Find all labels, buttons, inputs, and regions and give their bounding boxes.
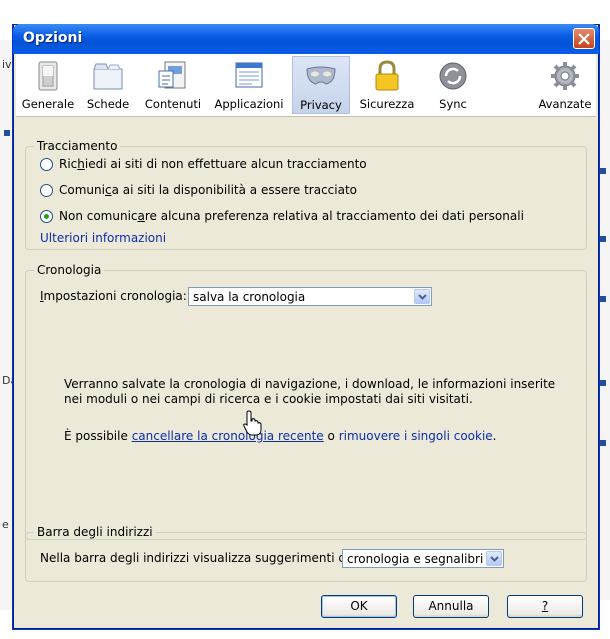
tab-label: Generale [21, 97, 75, 111]
tracking-option-allow-track[interactable]: Comunica ai siti la disponibilità a esse… [40, 183, 357, 197]
tab-schede[interactable]: Schede [80, 56, 136, 114]
background-marker [600, 440, 606, 446]
window-title: Opzioni [23, 30, 83, 46]
ok-button[interactable]: OK [321, 595, 397, 618]
switch-icon [38, 61, 58, 91]
chevron-down-icon [490, 556, 499, 562]
background-marker [600, 168, 606, 174]
tab-generale[interactable]: Generale [20, 56, 76, 114]
history-group-title: Cronologia [34, 263, 105, 277]
history-settings-label: Impostazioni cronologia: [40, 289, 187, 303]
option-label: Comuni [59, 183, 105, 197]
radio-button[interactable] [40, 184, 53, 197]
tab-label: Contenuti [144, 97, 202, 111]
access-key: c [104, 183, 112, 197]
select-value: salva la cronologia [193, 290, 306, 304]
text: o [323, 429, 339, 443]
option-label: Ric [59, 157, 78, 171]
text: È possibile [64, 429, 132, 443]
background-marker [600, 380, 606, 386]
option-label: a ai siti la disponibilità a essere trac… [111, 183, 358, 197]
option-label: re alcuna preferenza relativa al traccia… [144, 209, 524, 223]
dropdown-button[interactable] [486, 551, 502, 566]
history-actions-text: È possibile cancellare la cronologia rec… [64, 429, 497, 443]
history-group: Cronologia Impostazioni cronologia: salv… [25, 263, 587, 540]
history-settings-select[interactable]: salva la cronologia [188, 287, 432, 306]
tab-applicazioni[interactable]: Applicazioni [210, 56, 288, 114]
close-button[interactable] [573, 28, 595, 49]
tab-label: Sync [439, 97, 467, 111]
select-value: cronologia e segnalibri [347, 552, 484, 566]
chevron-down-icon [418, 294, 427, 300]
cancel-button[interactable]: Annulla [413, 595, 489, 618]
tab-sync[interactable]: Sync [426, 56, 480, 114]
address-bar-group: Barra degli indirizzi Nella barra degli … [25, 525, 587, 582]
access-key: a [137, 209, 145, 223]
lock-icon [375, 60, 399, 91]
tab-contenuti[interactable]: Contenuti [140, 56, 206, 114]
tracking-option-no-preference[interactable]: Non comunicare alcuna preferenza relativ… [40, 209, 524, 223]
gear-icon [551, 62, 579, 90]
applications-icon [235, 62, 263, 88]
mask-icon [306, 66, 336, 85]
title-bar[interactable]: Opzioni [13, 24, 599, 54]
help-button[interactable]: ? [507, 595, 583, 618]
background-text: iv [2, 58, 12, 71]
tab-privacy[interactable]: Privacy [292, 56, 350, 114]
tab-label: Applicazioni [214, 97, 284, 111]
remove-cookies-link[interactable]: rimuovere i singoli cookie [339, 429, 493, 443]
more-info-link-text[interactable]: Ulteriori informazioni [40, 231, 166, 245]
tab-label: Sicurezza [359, 97, 415, 111]
dropdown-button[interactable] [414, 289, 430, 304]
tab-avanzate[interactable]: Avanzate [534, 56, 596, 114]
tab-label: Avanzate [538, 97, 592, 111]
clear-history-link[interactable]: cancellare la cronologia recente [132, 429, 324, 443]
address-bar-group-title: Barra degli indirizzi [34, 525, 156, 539]
label-text: mpostazioni cronologia: [43, 289, 187, 303]
background-marker [4, 130, 10, 136]
background-text: e [2, 518, 9, 531]
text: . [492, 429, 497, 443]
radio-button[interactable] [40, 158, 53, 171]
radio-button-checked[interactable] [40, 210, 53, 223]
option-label: Non comunic [59, 209, 138, 223]
access-key: h [77, 157, 85, 171]
tracking-group-title: Tracciamento [34, 139, 121, 153]
tab-label: Privacy [300, 98, 342, 112]
content-icon [158, 61, 186, 89]
sync-icon [439, 62, 467, 90]
history-description: Verranno salvate la cronologia di naviga… [64, 377, 556, 406]
tab-label: Schede [86, 97, 130, 111]
option-label: iedi ai siti di non effettuare alcun tra… [84, 157, 367, 171]
tabs-icon [93, 63, 123, 90]
tracking-group: Tracciamento Richiedi ai siti di non eff… [25, 139, 587, 250]
tracking-option-do-not-track[interactable]: Richiedi ai siti di non effettuare alcun… [40, 157, 367, 171]
more-info-link[interactable]: Ulteriori informazioni [40, 231, 166, 245]
close-icon [578, 33, 590, 45]
background-marker [600, 296, 606, 302]
options-dialog: Opzioni Generale Schede Contenuti Applic… [12, 24, 600, 630]
background-marker [600, 236, 606, 242]
hand-cursor-icon [243, 410, 262, 436]
suggest-select[interactable]: cronologia e segnalibri [342, 549, 504, 568]
help-label: ? [541, 599, 549, 613]
category-toolbar: Generale Schede Contenuti Applicazioni P… [16, 54, 596, 117]
tab-sicurezza[interactable]: Sicurezza [354, 56, 420, 114]
suggest-label: Nella barra degli indirizzi visualizza s… [40, 551, 358, 565]
